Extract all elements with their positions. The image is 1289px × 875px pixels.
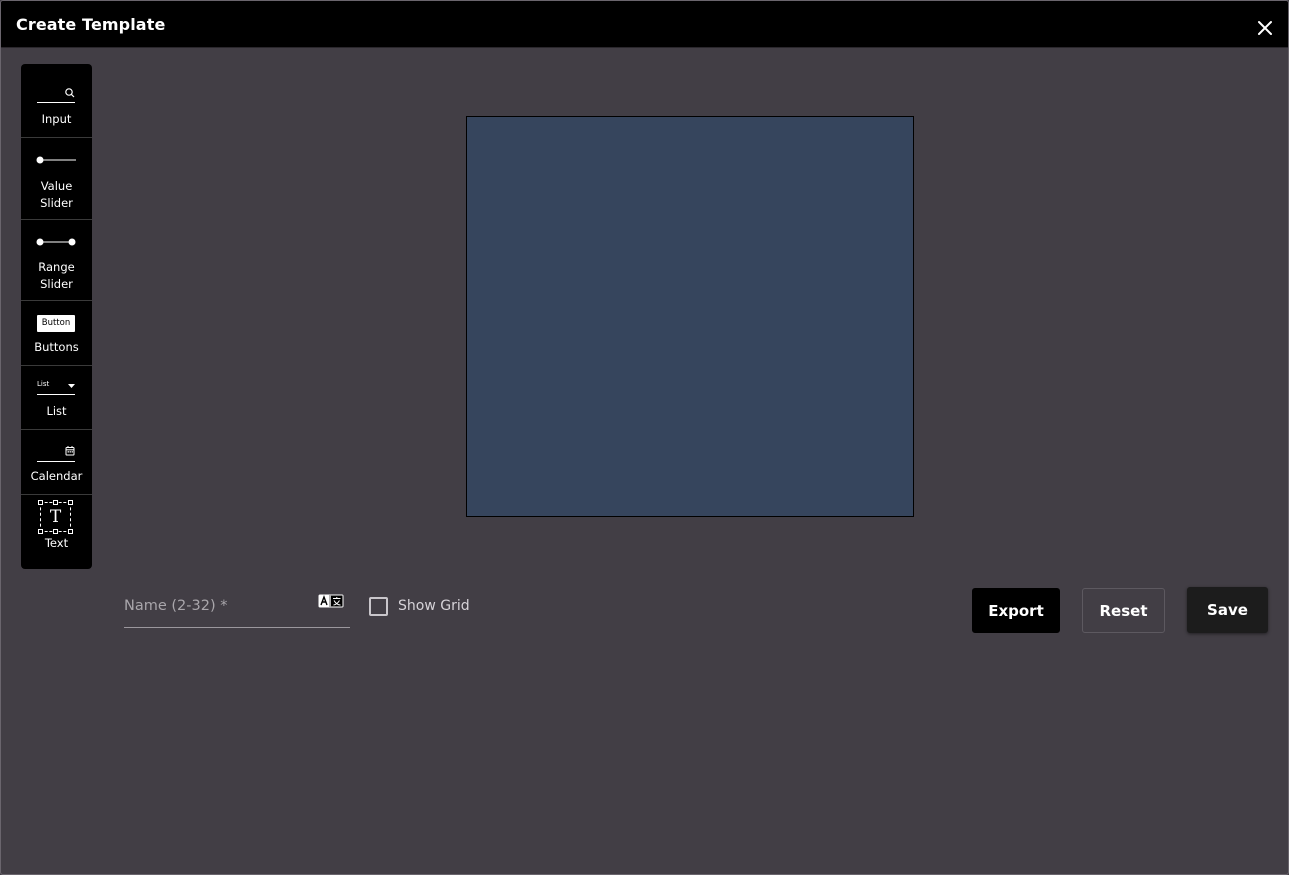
save-button[interactable]: Save (1187, 587, 1268, 633)
close-button[interactable] (1256, 19, 1274, 37)
tool-range-slider[interactable]: Range Slider (21, 220, 92, 301)
text-icon-glyph: T (49, 507, 62, 527)
range-slider-icon (36, 238, 76, 246)
template-name-field (124, 587, 350, 628)
chevron-down-icon (68, 384, 75, 388)
tool-label-list: List (46, 404, 67, 418)
value-slider-icon (36, 156, 76, 164)
reset-button[interactable]: Reset (1082, 588, 1165, 633)
close-icon (1258, 21, 1272, 35)
tool-label-range-slider: Range Slider (38, 260, 75, 291)
text-box-icon: T (38, 500, 73, 534)
tool-text[interactable]: T Text (21, 495, 92, 569)
show-grid-checkbox[interactable] (369, 597, 388, 616)
calendar-icon (37, 446, 75, 462)
template-canvas[interactable] (466, 116, 914, 517)
button-icon-text: Button (41, 318, 71, 328)
show-grid-label[interactable]: Show Grid (398, 597, 470, 615)
component-toolbar: Input Value Slider Range Slider Button Bu (21, 64, 92, 569)
tool-buttons[interactable]: Button Buttons (21, 301, 92, 366)
tool-label-value-slider: Value Slider (40, 179, 73, 210)
template-name-input[interactable] (124, 595, 309, 617)
tool-label-buttons: Buttons (34, 340, 79, 354)
translate-icon[interactable] (318, 594, 344, 608)
tool-calendar[interactable]: Calendar (21, 430, 92, 495)
export-button[interactable]: Export (972, 588, 1060, 633)
list-icon-text: List (37, 380, 50, 388)
search-input-icon (37, 88, 75, 103)
create-template-dialog: Create Template Input Value Slider Range… (0, 0, 1289, 875)
tool-label-calendar: Calendar (30, 469, 83, 483)
tool-label-text: Text (44, 536, 69, 550)
dialog-titlebar: Create Template (1, 1, 1288, 48)
button-icon: Button (37, 315, 75, 332)
list-dropdown-icon: List (37, 380, 75, 395)
dialog-title: Create Template (16, 15, 166, 34)
tool-input[interactable]: Input (21, 64, 92, 138)
tool-value-slider[interactable]: Value Slider (21, 138, 92, 220)
tool-list[interactable]: List List (21, 366, 92, 430)
tool-label-input: Input (41, 112, 72, 126)
